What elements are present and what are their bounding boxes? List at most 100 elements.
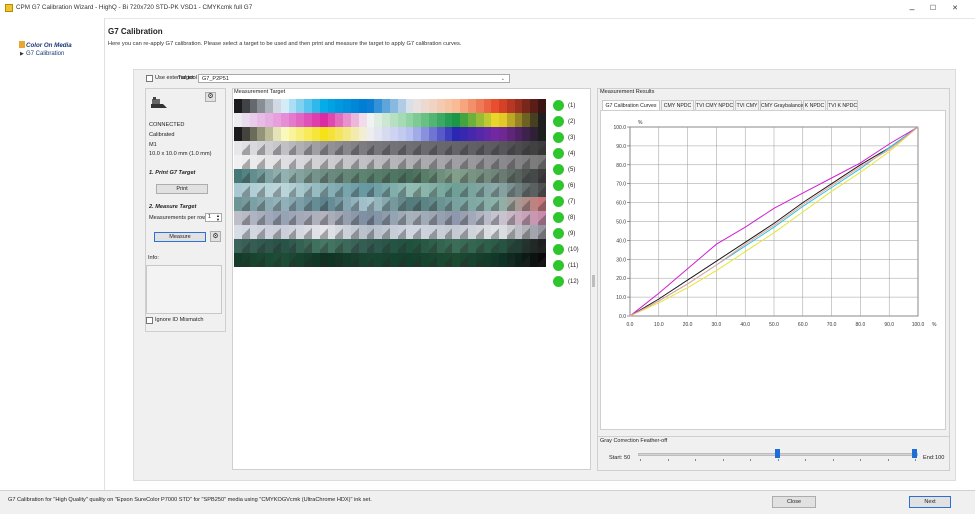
slider-tick <box>915 459 916 461</box>
target-swatch <box>296 183 305 197</box>
target-swatch <box>327 225 336 239</box>
target-swatch <box>319 239 328 253</box>
target-swatch <box>460 155 468 169</box>
y-tick-label: 40.0 <box>616 238 626 244</box>
target-swatch <box>467 225 476 239</box>
panel-splitter[interactable] <box>592 275 595 287</box>
target-swatch <box>272 141 281 155</box>
target-swatch <box>538 225 546 239</box>
device-settings-button[interactable]: ⚙ <box>205 92 216 102</box>
target-swatch <box>428 239 437 253</box>
slider-tick <box>750 459 751 461</box>
target-swatch <box>514 225 523 239</box>
target-swatch <box>436 197 445 211</box>
target-swatch <box>499 113 507 127</box>
y-tick-label: 10.0 <box>616 295 626 301</box>
target-row <box>234 211 546 225</box>
target-swatch <box>389 211 398 225</box>
target-swatch <box>397 183 406 197</box>
target-swatch <box>428 183 437 197</box>
target-swatch <box>421 197 429 211</box>
target-swatch <box>350 113 359 127</box>
target-swatch <box>467 197 476 211</box>
nav-item-color-on-media[interactable]: Color On Media <box>26 42 72 49</box>
target-swatch <box>343 239 351 253</box>
target-swatch <box>475 211 484 225</box>
target-swatch <box>452 169 461 183</box>
tab-tvi-cmy-npdc[interactable]: TVI CMY NPDC <box>695 100 734 110</box>
print-button[interactable]: Print <box>156 184 208 194</box>
y-unit-label: % <box>638 120 643 126</box>
target-swatch <box>311 99 320 113</box>
target-swatch <box>350 155 359 169</box>
y-tick-label: 90.0 <box>616 144 626 150</box>
target-swatch <box>514 127 523 141</box>
target-row <box>234 253 546 267</box>
end-slider-thumb[interactable] <box>912 449 917 458</box>
target-swatch <box>335 225 344 239</box>
target-swatch <box>366 113 375 127</box>
nav-item-g7-calibration[interactable]: G7 Calibration <box>26 51 64 57</box>
target-swatch <box>530 99 539 113</box>
measured-status-icon <box>553 244 564 255</box>
target-swatch <box>483 239 492 253</box>
tab-cmy-graybalance[interactable]: CMY Graybalance <box>760 100 803 110</box>
target-swatch <box>436 113 445 127</box>
tab-tvi-k-npdc[interactable]: TVI K NPDC <box>827 100 858 110</box>
target-swatch <box>483 99 492 113</box>
target-swatch <box>460 183 468 197</box>
close-button[interactable]: Close <box>772 496 816 508</box>
row-status-item: (3) <box>553 132 575 143</box>
target-swatch <box>241 169 250 183</box>
target-swatch <box>421 141 429 155</box>
info-textbox[interactable] <box>146 265 222 314</box>
target-swatch <box>499 225 507 239</box>
target-swatch <box>343 141 351 155</box>
target-swatch <box>241 141 250 155</box>
target-swatch <box>452 211 461 225</box>
measured-status-icon <box>553 228 564 239</box>
target-swatch <box>460 253 468 267</box>
target-swatch <box>538 239 546 253</box>
target-swatch <box>265 155 273 169</box>
target-swatch <box>405 183 414 197</box>
next-button[interactable]: Next <box>909 496 951 508</box>
target-swatch <box>506 113 515 127</box>
target-swatch <box>428 253 437 267</box>
target-swatch <box>483 141 492 155</box>
measure-settings-button[interactable]: ⚙ <box>210 231 221 242</box>
target-swatch <box>280 211 289 225</box>
target-swatch <box>288 169 297 183</box>
target-swatch <box>234 169 242 183</box>
target-select[interactable]: G7_P2P51 ⌄ <box>198 74 510 83</box>
maximize-button[interactable]: ☐ <box>926 3 940 15</box>
target-swatch <box>460 197 468 211</box>
x-tick-label: 60.0 <box>798 322 808 328</box>
measurements-per-row-stepper[interactable]: 1 ▲ ▼ <box>205 213 222 222</box>
target-row <box>234 113 546 127</box>
stepper-arrows-icon[interactable]: ▲ ▼ <box>216 214 220 222</box>
target-swatch <box>522 155 531 169</box>
tab-cmy-npdc[interactable]: CMY NPDC <box>661 100 694 110</box>
tab-tvi-cmy[interactable]: TVI CMY <box>735 100 759 110</box>
target-swatch <box>491 127 500 141</box>
target-swatch <box>319 183 328 197</box>
target-swatch <box>366 183 375 197</box>
target-swatch <box>311 239 320 253</box>
window-title: CPM G7 Calibration Wizard - HighQ - Bi 7… <box>16 4 253 11</box>
measure-button[interactable]: Measure <box>154 232 206 242</box>
target-swatch <box>350 211 359 225</box>
start-slider-thumb[interactable] <box>775 449 780 458</box>
close-window-button[interactable]: ✕ <box>948 3 962 15</box>
target-swatch <box>366 253 375 267</box>
target-swatch <box>257 113 266 127</box>
target-swatch <box>421 169 429 183</box>
ignore-id-mismatch-checkbox[interactable] <box>146 317 153 324</box>
target-swatch <box>421 127 429 141</box>
target-swatch <box>288 141 297 155</box>
target-swatch <box>272 225 281 239</box>
use-external-tool-checkbox[interactable] <box>146 75 153 82</box>
tab-k-npdc[interactable]: K NPDC <box>803 100 826 110</box>
minimize-button[interactable]: – <box>905 3 919 15</box>
target-swatch <box>311 169 320 183</box>
